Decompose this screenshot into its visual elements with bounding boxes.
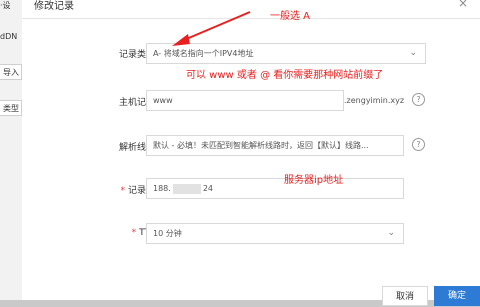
background-type-button[interactable]: 类型 xyxy=(0,100,22,116)
annotation-server-ip: 服务器ip地址 xyxy=(284,175,344,186)
ok-button[interactable]: 确定 xyxy=(434,286,480,306)
background-tab-settings: ·设 xyxy=(0,1,11,10)
annotation-generally-a: 一般选 A xyxy=(270,11,311,22)
cancel-button[interactable]: 取消 xyxy=(382,286,428,306)
edit-record-dialog: 修改记录 × 记录类型: A- 将域名指向一个IPV4地址 ⌄ 主机记录: ww… xyxy=(22,0,480,306)
background-tab-dns: dDN xyxy=(0,32,18,41)
background-import-button[interactable]: 导入 xyxy=(0,64,22,80)
annotation-arrow xyxy=(172,11,251,46)
background-panel xyxy=(0,0,22,300)
annotation-host-note: 可以 www 或者 @ 看你需要那种网站前缀了 xyxy=(186,70,384,81)
